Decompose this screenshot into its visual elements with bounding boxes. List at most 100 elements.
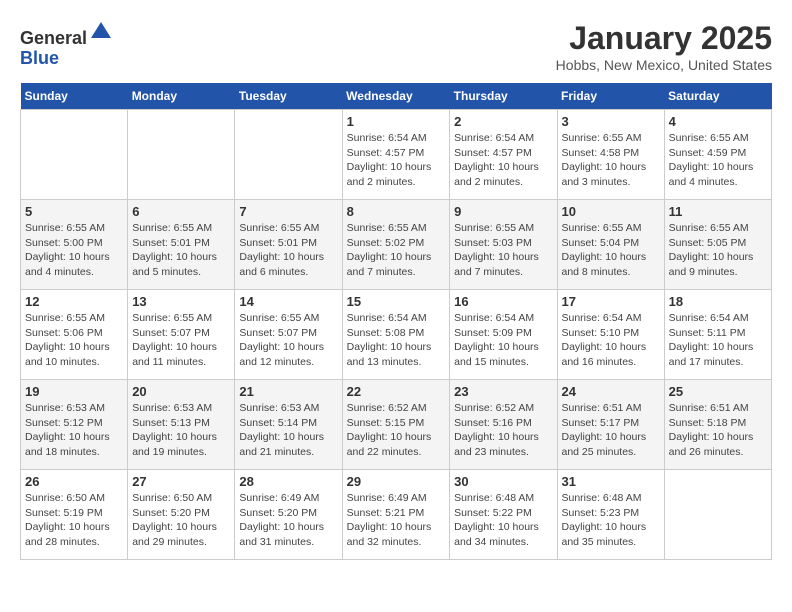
day-cell [21,110,128,200]
day-cell: 11 Sunrise: 6:55 AMSunset: 5:05 PMDayligh… [664,200,771,290]
day-number: 12 [25,294,123,309]
week-row-4: 19Sunrise: 6:53 AMSunset: 5:12 PMDayligh… [21,380,772,470]
week-row-2: 5Sunrise: 6:55 AMSunset: 5:00 PMDaylight… [21,200,772,290]
day-info: Sunrise: 6:50 AMSunset: 5:20 PMDaylight:… [132,491,230,550]
day-cell: 7 Sunrise: 6:55 AMSunset: 5:01 PMDaylight… [235,200,342,290]
day-cell: 18 Sunrise: 6:54 AMSunset: 5:11 PMDayligh… [664,290,771,380]
day-cell: 6 Sunrise: 6:55 AMSunset: 5:01 PMDaylight… [128,200,235,290]
day-info: Sunrise: 6:50 AMSunset: 5:19 PMDaylight:… [25,491,123,550]
day-info: Sunrise: 6:52 AMSunset: 5:15 PMDaylight:… [347,401,446,460]
day-info: Sunrise: 6:55 AMSunset: 5:07 PMDaylight:… [132,311,230,370]
day-cell: 1 Sunrise: 6:54 AMSunset: 4:57 PMDaylight… [342,110,450,200]
day-number: 26 [25,474,123,489]
day-info: Sunrise: 6:54 AMSunset: 4:57 PMDaylight:… [347,131,446,190]
day-number: 9 [454,204,552,219]
day-cell: 12 Sunrise: 6:55 AMSunset: 5:06 PMDayligh… [21,290,128,380]
day-cell: 17 Sunrise: 6:54 AMSunset: 5:10 PMDayligh… [557,290,664,380]
day-number: 29 [347,474,446,489]
day-info: Sunrise: 6:49 AMSunset: 5:21 PMDaylight:… [347,491,446,550]
day-number: 1 [347,114,446,129]
day-number: 7 [239,204,337,219]
header-row: SundayMondayTuesdayWednesdayThursdayFrid… [21,83,772,110]
day-number: 4 [669,114,767,129]
logo: General Blue [20,20,113,69]
day-cell [128,110,235,200]
logo-general: General [20,28,87,48]
day-info: Sunrise: 6:55 AMSunset: 5:01 PMDaylight:… [132,221,230,280]
day-number: 6 [132,204,230,219]
column-header-friday: Friday [557,83,664,110]
day-number: 30 [454,474,552,489]
day-info: Sunrise: 6:49 AMSunset: 5:20 PMDaylight:… [239,491,337,550]
day-info: Sunrise: 6:55 AMSunset: 5:01 PMDaylight:… [239,221,337,280]
day-cell: 30Sunrise: 6:48 AMSunset: 5:22 PMDayligh… [450,470,557,560]
column-header-monday: Monday [128,83,235,110]
logo-icon [89,20,113,44]
day-number: 3 [562,114,660,129]
day-cell: 23 Sunrise: 6:52 AMSunset: 5:16 PMDayligh… [450,380,557,470]
day-number: 2 [454,114,552,129]
column-header-wednesday: Wednesday [342,83,450,110]
day-info: Sunrise: 6:55 AMSunset: 4:59 PMDaylight:… [669,131,767,190]
day-cell: 10Sunrise: 6:55 AMSunset: 5:04 PMDayligh… [557,200,664,290]
day-number: 11 [669,204,767,219]
day-cell: 22 Sunrise: 6:52 AMSunset: 5:15 PMDayligh… [342,380,450,470]
day-number: 23 [454,384,552,399]
day-number: 8 [347,204,446,219]
column-header-thursday: Thursday [450,83,557,110]
day-number: 28 [239,474,337,489]
day-info: Sunrise: 6:54 AMSunset: 5:11 PMDaylight:… [669,311,767,370]
day-number: 17 [562,294,660,309]
day-info: Sunrise: 6:53 AMSunset: 5:12 PMDaylight:… [25,401,123,460]
day-number: 13 [132,294,230,309]
day-cell: 24Sunrise: 6:51 AMSunset: 5:17 PMDayligh… [557,380,664,470]
day-info: Sunrise: 6:54 AMSunset: 4:57 PMDaylight:… [454,131,552,190]
day-number: 16 [454,294,552,309]
day-number: 14 [239,294,337,309]
day-cell: 3Sunrise: 6:55 AMSunset: 4:58 PMDaylight… [557,110,664,200]
day-info: Sunrise: 6:51 AMSunset: 5:18 PMDaylight:… [669,401,767,460]
day-cell: 14 Sunrise: 6:55 AMSunset: 5:07 PMDayligh… [235,290,342,380]
day-cell: 2 Sunrise: 6:54 AMSunset: 4:57 PMDaylight… [450,110,557,200]
day-cell: 13 Sunrise: 6:55 AMSunset: 5:07 PMDayligh… [128,290,235,380]
day-info: Sunrise: 6:55 AMSunset: 5:05 PMDaylight:… [669,221,767,280]
week-row-3: 12 Sunrise: 6:55 AMSunset: 5:06 PMDayligh… [21,290,772,380]
title-block: January 2025 Hobbs, New Mexico, United S… [556,20,772,73]
day-info: Sunrise: 6:52 AMSunset: 5:16 PMDaylight:… [454,401,552,460]
day-number: 18 [669,294,767,309]
day-info: Sunrise: 6:55 AMSunset: 5:06 PMDaylight:… [25,311,123,370]
day-number: 22 [347,384,446,399]
day-info: Sunrise: 6:51 AMSunset: 5:17 PMDaylight:… [562,401,660,460]
day-cell: 27 Sunrise: 6:50 AMSunset: 5:20 PMDayligh… [128,470,235,560]
day-number: 21 [239,384,337,399]
day-number: 27 [132,474,230,489]
day-number: 20 [132,384,230,399]
logo-blue: Blue [20,48,59,68]
day-info: Sunrise: 6:48 AMSunset: 5:23 PMDaylight:… [562,491,660,550]
day-cell: 9Sunrise: 6:55 AMSunset: 5:03 PMDaylight… [450,200,557,290]
day-cell: 20 Sunrise: 6:53 AMSunset: 5:13 PMDayligh… [128,380,235,470]
day-cell: 4 Sunrise: 6:55 AMSunset: 4:59 PMDaylight… [664,110,771,200]
day-number: 31 [562,474,660,489]
day-info: Sunrise: 6:53 AMSunset: 5:13 PMDaylight:… [132,401,230,460]
column-header-sunday: Sunday [21,83,128,110]
day-info: Sunrise: 6:55 AMSunset: 5:02 PMDaylight:… [347,221,446,280]
page-header: General Blue January 2025 Hobbs, New Mex… [20,20,772,73]
day-info: Sunrise: 6:55 AMSunset: 5:04 PMDaylight:… [562,221,660,280]
day-cell: 19Sunrise: 6:53 AMSunset: 5:12 PMDayligh… [21,380,128,470]
month-title: January 2025 [556,20,772,57]
location: Hobbs, New Mexico, United States [556,57,772,73]
day-number: 25 [669,384,767,399]
day-info: Sunrise: 6:53 AMSunset: 5:14 PMDaylight:… [239,401,337,460]
day-cell: 25 Sunrise: 6:51 AMSunset: 5:18 PMDayligh… [664,380,771,470]
day-cell: 31 Sunrise: 6:48 AMSunset: 5:23 PMDayligh… [557,470,664,560]
week-row-5: 26 Sunrise: 6:50 AMSunset: 5:19 PMDayligh… [21,470,772,560]
day-cell: 5Sunrise: 6:55 AMSunset: 5:00 PMDaylight… [21,200,128,290]
column-header-saturday: Saturday [664,83,771,110]
day-cell [235,110,342,200]
day-cell: 15Sunrise: 6:54 AMSunset: 5:08 PMDayligh… [342,290,450,380]
day-info: Sunrise: 6:55 AMSunset: 5:07 PMDaylight:… [239,311,337,370]
day-info: Sunrise: 6:54 AMSunset: 5:10 PMDaylight:… [562,311,660,370]
day-cell: 21 Sunrise: 6:53 AMSunset: 5:14 PMDayligh… [235,380,342,470]
day-cell: 16Sunrise: 6:54 AMSunset: 5:09 PMDayligh… [450,290,557,380]
